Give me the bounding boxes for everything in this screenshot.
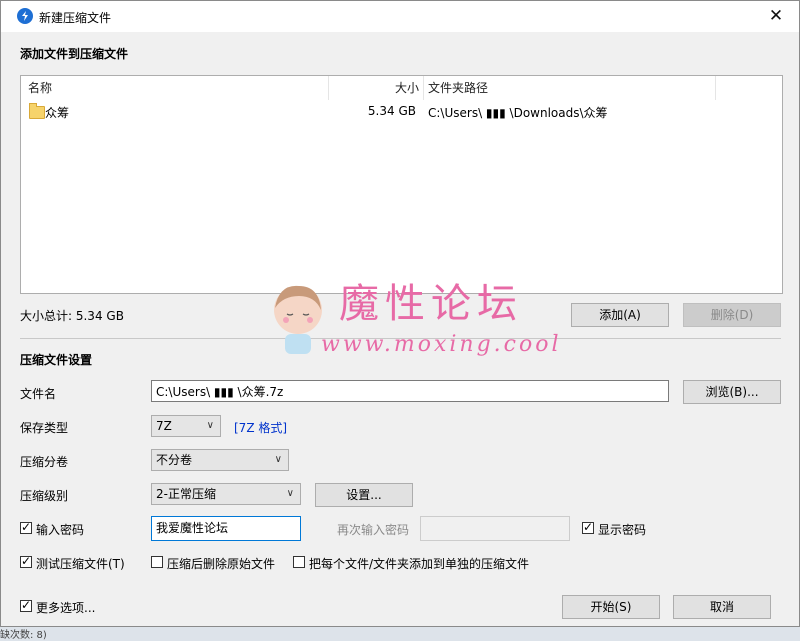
each-separate-checkbox[interactable] (293, 556, 305, 568)
column-header-name[interactable]: 名称 (21, 76, 329, 100)
format-link[interactable]: [7Z 格式] (234, 419, 287, 436)
save-type-label: 保存类型 (20, 421, 69, 435)
delete-after-label: 压缩后删除原始文件 (167, 557, 276, 571)
app-logo-icon (17, 8, 33, 24)
save-type-select[interactable]: 7Z ∨ (151, 415, 221, 437)
total-size: 大小总计: 5.34 GB (20, 309, 124, 323)
files-section-label: 添加文件到压缩文件 (20, 47, 129, 61)
level-label: 压缩级别 (20, 489, 69, 503)
each-separate-label: 把每个文件/文件夹添加到单独的压缩文件 (309, 557, 530, 571)
settings-button[interactable]: 设置... (315, 483, 413, 507)
title-bar: 新建压缩文件 ✕ (1, 1, 799, 32)
column-header-size[interactable]: 大小 (329, 76, 424, 100)
chevron-down-icon: ∨ (274, 454, 282, 465)
split-label: 压缩分卷 (20, 455, 69, 469)
file-list[interactable]: 名称 大小 文件夹路径 众筹 5.34 GB C:\Users\ ▮▮▮ \Do… (20, 75, 783, 294)
password-input[interactable]: 我爱魔性论坛 (151, 516, 301, 541)
row-path: C:\Users\ ▮▮▮ \Downloads\众筹 (428, 106, 608, 120)
level-select[interactable]: 2-正常压缩 ∨ (151, 483, 301, 505)
delete-button[interactable]: 删除(D) (683, 303, 781, 327)
check-icon: ✓ (583, 520, 594, 534)
more-options-checkbox[interactable]: ✓ (20, 598, 32, 612)
delete-after-checkbox[interactable] (151, 556, 163, 568)
row-size: 5.34 GB (367, 104, 416, 118)
show-password-checkbox[interactable]: ✓ (582, 520, 594, 534)
password-check-label: 输入密码 (36, 523, 85, 537)
watermark-mascot-icon (274, 285, 322, 354)
split-select[interactable]: 不分卷 ∨ (151, 449, 289, 471)
chevron-down-icon: ∨ (206, 420, 214, 431)
cancel-button[interactable]: 取消 (673, 595, 771, 619)
watermark-url: www.moxing.cool (321, 332, 562, 357)
check-icon: ✓ (21, 554, 32, 568)
table-row[interactable]: 众筹 5.34 GB C:\Users\ ▮▮▮ \Downloads\众筹 (21, 102, 780, 122)
add-button[interactable]: 添加(A) (571, 303, 669, 327)
check-icon: ✓ (21, 520, 32, 534)
filename-input[interactable]: C:\Users\ ▮▮▮ \众筹.7z (151, 380, 669, 402)
reenter-password-input (420, 516, 570, 541)
background-status-text: 缺次数: 8) (0, 630, 47, 641)
watermark-title: 魔性论坛 (339, 281, 523, 327)
compress-dialog: 新建压缩文件 ✕ 添加文件到压缩文件 名称 大小 文件夹路径 众筹 5.34 G… (0, 0, 800, 627)
filename-label: 文件名 (20, 387, 57, 401)
more-options-label: 更多选项... (36, 601, 96, 615)
column-header-path[interactable]: 文件夹路径 (424, 76, 716, 100)
window-title: 新建压缩文件 (39, 11, 112, 25)
test-archive-label: 测试压缩文件(T) (36, 557, 125, 571)
watermark: 魔性论坛 www.moxing.cool (267, 280, 559, 362)
browse-button[interactable]: 浏览(B)... (683, 380, 781, 404)
show-password-label: 显示密码 (598, 523, 647, 537)
password-checkbox[interactable]: ✓ (20, 520, 32, 534)
row-name: 众筹 (45, 106, 70, 120)
folder-icon (29, 103, 45, 119)
close-icon[interactable]: ✕ (753, 1, 799, 32)
settings-section-label: 压缩文件设置 (20, 353, 93, 367)
reenter-password-label: 再次输入密码 (337, 523, 410, 537)
check-icon: ✓ (21, 598, 32, 612)
start-button[interactable]: 开始(S) (562, 595, 660, 619)
test-archive-checkbox[interactable]: ✓ (20, 554, 32, 568)
chevron-down-icon: ∨ (286, 488, 294, 499)
